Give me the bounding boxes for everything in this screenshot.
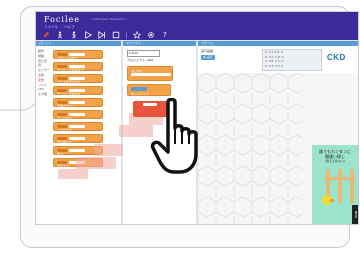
toy-peg xyxy=(338,169,342,203)
promo-sub: (見える化ネジ) xyxy=(324,159,346,163)
sensor-readout: X: 0 Y: 0 Z: 0 R: 0 G: 0 B: 0 A: 0 B: 0 … xyxy=(262,49,322,71)
palette-panel: パレット 動作 制御 見た目 音 センサー 演算 変数 リスト LED その他 … xyxy=(36,41,126,224)
drag-trail-ghost xyxy=(94,144,126,156)
toolbar: ? xyxy=(42,31,175,39)
app-title: Focilee xyxy=(44,15,80,24)
help-glyph: ? xyxy=(163,31,167,39)
toolbar-separator xyxy=(126,31,127,39)
category-item[interactable]: その他 xyxy=(38,92,51,97)
title-bar: Focilee C:/Program Files/CKD/... ファイル ヘル… xyxy=(36,12,358,40)
block-label: 変数をセット xyxy=(57,104,76,108)
chick-icon xyxy=(322,195,334,205)
toy-peg xyxy=(350,169,354,203)
ckd-logo: CKD xyxy=(327,53,346,62)
palette-block[interactable]: センサーで判定する xyxy=(53,62,103,72)
palette-block[interactable]: もし〜なら xyxy=(53,110,103,120)
star-icon[interactable] xyxy=(133,31,141,39)
block-label: モーターを動かす xyxy=(57,92,82,96)
palette-block[interactable]: 変数をセット xyxy=(53,98,103,108)
drag-trail-ghost xyxy=(58,169,88,179)
palette-block[interactable]: 音を鳴らす xyxy=(53,134,103,144)
menu-help[interactable]: ヘルプ xyxy=(64,25,75,29)
block-label: 待つ xyxy=(57,152,64,156)
step-icon[interactable] xyxy=(98,31,106,39)
hex-pattern xyxy=(198,73,303,224)
palette-block[interactable]: くりかえす xyxy=(53,122,103,132)
block-label: ロボットの動き xyxy=(57,56,79,60)
block-label: センサーで判定する xyxy=(57,68,84,72)
palette-block[interactable]: モーターを動かす xyxy=(53,86,103,96)
palette-header: パレット xyxy=(36,41,121,46)
script-block[interactable]: はじめに xyxy=(127,66,173,81)
person-run-icon[interactable] xyxy=(56,31,64,39)
stage-canvas[interactable]: 誰でもカンタンに 間違い探し (見える化ネジ) NEW xyxy=(198,73,358,224)
palette-block[interactable]: ロボットの動き xyxy=(53,50,103,60)
readout-row: D: 0 E: 0 F: 0 xyxy=(265,63,283,68)
side-ribbon: NEW xyxy=(352,205,358,224)
play-icon[interactable] xyxy=(84,31,92,39)
block-label: 音を鳴らす xyxy=(57,140,72,144)
promo-text: 誰でもカンタンに 間違い探し (見える化ネジ) xyxy=(316,149,354,164)
drag-trail-ghost xyxy=(76,157,116,169)
app-path: C:/Program Files/CKD/... xyxy=(92,17,128,21)
person-walk-icon[interactable] xyxy=(70,31,78,39)
block-field[interactable] xyxy=(69,148,85,152)
help-icon[interactable]: ? xyxy=(161,31,169,39)
menu-file[interactable]: ファイル xyxy=(44,25,58,29)
script-block[interactable]: セットアップ xyxy=(127,84,171,96)
run-button[interactable]: ▶ 実行 xyxy=(201,55,215,60)
block-label: セットアップ xyxy=(131,92,150,96)
block-field[interactable] xyxy=(131,73,171,76)
block-label: ライトを光らせる xyxy=(57,80,81,84)
device-select[interactable]: ▾ iPad xyxy=(127,50,160,57)
palette-block[interactable]: ライトを光らせる xyxy=(53,74,103,84)
menu-bar: ファイル ヘルプ xyxy=(44,25,80,30)
project-label: プロジェクト: iPad xyxy=(127,58,154,62)
toy-bar xyxy=(324,177,356,180)
script-header: スクリプト xyxy=(123,41,196,46)
stage-label: 実行画面 xyxy=(201,49,214,53)
gear-icon[interactable] xyxy=(147,31,155,39)
block-label: 表示する xyxy=(57,164,70,168)
stop-icon[interactable] xyxy=(112,31,120,39)
block-input[interactable] xyxy=(131,87,147,91)
drag-trail-ghost xyxy=(119,125,153,137)
hand-pointer-icon xyxy=(150,98,198,174)
block-label: くりかえす xyxy=(57,128,73,132)
block-label: もし〜なら xyxy=(57,116,73,120)
category-list: 動作 制御 見た目 音 センサー 演算 変数 リスト LED その他 xyxy=(38,49,51,97)
stage-panel: ステージ 実行画面 ▶ 実行 X: 0 Y: 0 Z: 0 R: 0 G: 0 … xyxy=(198,41,358,224)
stage-header: ステージ xyxy=(198,41,358,46)
pencil-icon[interactable] xyxy=(42,31,50,39)
